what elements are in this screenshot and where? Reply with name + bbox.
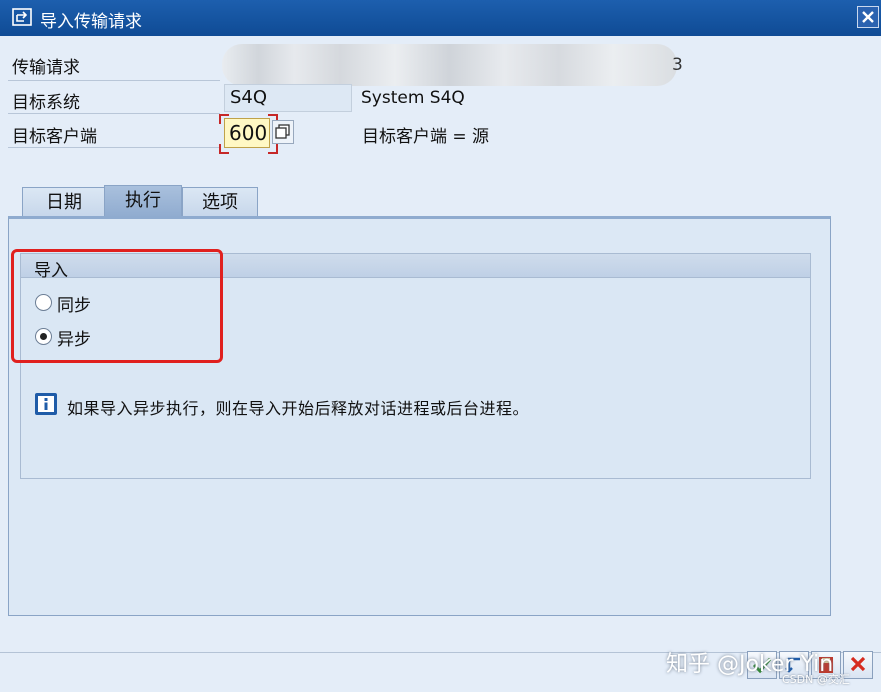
client-value-help-button[interactable] <box>272 120 294 144</box>
target-system-description: System S4Q <box>361 88 465 108</box>
copy-icon <box>275 124 290 139</box>
title-bar: 导入传输请求 <box>0 0 881 36</box>
close-button[interactable] <box>857 6 879 28</box>
field-divider <box>8 113 220 114</box>
focus-corner <box>268 144 278 154</box>
field-divider <box>8 147 220 148</box>
tab-options[interactable]: 选项 <box>182 187 258 218</box>
target-client-input[interactable]: 600 <box>224 118 270 148</box>
target-system-label: 目标系统 <box>12 93 80 113</box>
info-message: 如果导入异步执行，则在导入开始后释放对话进程或后台进程。 <box>67 399 530 418</box>
target-client-description: 目标客户端 = 源 <box>362 127 490 147</box>
tab-execution[interactable]: 执行 <box>104 185 182 218</box>
close-icon <box>862 11 874 23</box>
transport-request-label: 传输请求 <box>12 58 80 78</box>
target-client-label: 目标客户端 <box>12 127 97 147</box>
tab-date[interactable]: 日期 <box>22 187 106 218</box>
transport-request-value-redacted <box>222 44 677 86</box>
window-title: 导入传输请求 <box>40 12 142 32</box>
focus-corner <box>219 144 229 154</box>
target-system-field: S4Q <box>224 84 352 112</box>
info-icon <box>35 393 57 415</box>
annotation-highlight-box <box>11 249 223 363</box>
focus-corner <box>219 114 229 124</box>
import-icon <box>12 8 32 26</box>
field-divider <box>8 80 220 81</box>
watermark-small: CSDN @交汇 <box>782 673 850 686</box>
transport-request-value-tail: 3 <box>672 55 683 75</box>
